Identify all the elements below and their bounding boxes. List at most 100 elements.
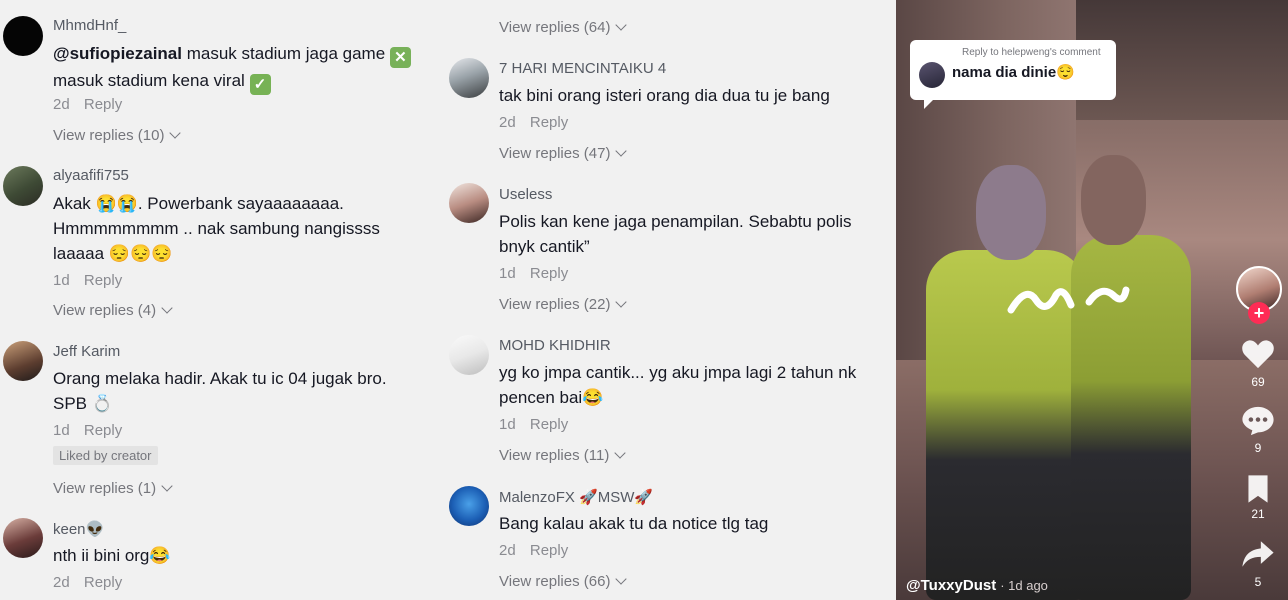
follow-plus-icon[interactable]: + [1248,302,1270,324]
comments-column-middle: View replies (64) 7 HARI MENCINTAIKU 4 t… [443,0,896,600]
comment-username[interactable]: MhmdHnf_ [53,17,126,34]
reply-button[interactable]: Reply [530,114,568,131]
share-arrow-icon [1242,541,1274,567]
comment-time: 2d [53,574,70,591]
author-handle[interactable]: @TuxxyDust [906,577,996,594]
chevron-down-icon [169,127,182,139]
comment-count: 9 [1254,441,1262,455]
view-replies-label: View replies (66) [499,573,611,590]
comment-meta: 2d Reply [499,542,568,559]
comment-username[interactable]: keen👽 [53,520,104,538]
reply-button[interactable]: Reply [530,416,568,433]
view-replies-label: View replies (64) [499,19,611,36]
comment-username[interactable]: alyaafifi755 [53,167,129,184]
comment-bubble-icon [1242,406,1274,436]
comment-time: 1d [53,272,70,289]
video-author[interactable]: @TuxxyDust · 1d ago [906,577,1048,594]
comment-meta: 1d Reply [53,272,122,289]
view-replies-button[interactable]: View replies (10) [53,127,182,144]
save-button[interactable] [1236,474,1280,509]
reply-button[interactable]: Reply [84,574,122,591]
comment-text-line: bnyk cantik” [499,237,590,256]
view-replies-label: View replies (47) [499,145,611,162]
view-replies-button[interactable]: View replies (66) [499,573,628,590]
comment-meta: 1d Reply [499,265,568,282]
save-count: 21 [1251,507,1265,521]
like-count: 69 [1251,375,1265,389]
chevron-down-icon [161,480,173,492]
avatar[interactable] [3,16,43,56]
view-replies-button[interactable]: View replies (1) [53,480,173,497]
comment-meta: 1d Reply [499,416,568,433]
comment-meta: 2d Reply [499,114,568,131]
comment-text: @sufiopiezainal masuk stadium jaga game … [53,41,411,95]
comment-text: yg ko jmpa cantik... yg aku jmpa lagi 2 … [499,360,856,410]
video-person-head [1081,155,1146,245]
reply-button[interactable]: Reply [530,265,568,282]
reply-button[interactable]: Reply [84,96,122,113]
comment-text: tak bini orang isteri orang dia dua tu j… [499,83,830,108]
comment-text: Akak 😭😭. Powerbank sayaaaaaaaa. Hmmmmmmm… [53,191,380,266]
bubble-tail [924,100,942,109]
avatar[interactable] [449,58,489,98]
comment-username[interactable]: MalenzoFX 🚀MSW🚀 [499,488,653,506]
heart-icon [1242,340,1274,369]
chevron-down-icon [615,296,628,308]
comments-column-left: MhmdHnf_ @sufiopiezainal masuk stadium j… [0,0,443,600]
view-replies-button[interactable]: View replies (11) [499,447,626,464]
comment-meta: 2d Reply [53,96,122,113]
reply-button[interactable]: Reply [530,542,568,559]
comment-text-line: Bang kalau akak tu da notice tlg tag [499,514,769,533]
comment-text-line: pencen bai😂 [499,388,604,407]
view-replies-label: View replies (10) [53,127,165,144]
video-panel[interactable]: Reply to helepweng's comment nama dia di… [896,0,1288,600]
share-button[interactable] [1236,539,1280,574]
avatar [919,62,945,88]
view-replies-button[interactable]: View replies (47) [499,145,628,162]
cross-mark-emoji-icon: ✕ [389,47,411,68]
avatar[interactable] [3,166,43,206]
comment-time: 1d [499,416,516,433]
video-person-head [976,165,1046,260]
comment-text: nth ii bini org😂 [53,543,171,568]
reply-bubble-message: nama dia dinie😌 [952,64,1075,81]
comment-time: 2d [499,542,516,559]
avatar[interactable] [449,335,489,375]
comment-username[interactable]: 7 HARI MENCINTAIKU 4 [499,60,666,77]
view-replies-label: View replies (11) [499,447,610,464]
comment-text-line: laaaaa 😔😔😔 [53,244,173,263]
liked-by-creator-badge: Liked by creator [53,446,158,465]
reply-bubble-title: Reply to helepweng's comment [962,47,1101,58]
comment-text: Orang melaka hadir. Akak tu ic 04 jugak … [53,366,387,416]
like-button[interactable] [1236,338,1280,375]
avatar[interactable] [3,341,43,381]
comment-username[interactable]: Jeff Karim [53,343,120,360]
reply-button[interactable]: Reply [84,422,122,439]
comment-username[interactable]: Useless [499,186,552,203]
avatar[interactable] [449,486,489,526]
reply-button[interactable]: Reply [84,272,122,289]
comment-meta: 2d Reply [53,574,122,591]
mention-link[interactable]: @sufiopiezainal [53,44,182,63]
comment-text-line: Hmmmmmmmm .. nak sambung nangissss [53,219,380,238]
comment-text-line: masuk stadium jaga game [186,44,386,63]
chevron-down-icon [161,302,173,314]
comment-button[interactable] [1236,405,1280,442]
view-replies-label: View replies (22) [499,296,611,313]
comment-username[interactable]: MOHD KHIDHIR [499,337,611,354]
view-replies-button[interactable]: View replies (22) [499,296,628,313]
comment-time: 2d [499,114,516,131]
comment-meta: 1d Reply [53,422,122,439]
avatar[interactable] [449,183,489,223]
post-time: · 1d ago [1000,578,1048,593]
comment-text: Polis kan kene jaga penampilan. Sebabtu … [499,209,852,259]
comment-time: 2d [53,96,70,113]
chevron-down-icon [615,145,628,157]
comment-text-line: masuk stadium kena viral [53,71,245,90]
view-replies-button[interactable]: View replies (4) [53,302,173,319]
avatar[interactable] [3,518,43,558]
reply-to-comment-bubble: Reply to helepweng's comment nama dia di… [910,40,1116,109]
comment-text-line: SPB 💍 [53,394,113,413]
view-replies-button[interactable]: View replies (64) [499,19,628,36]
comment-text-line: Akak 😭😭. Powerbank sayaaaaaaaa. [53,194,344,213]
